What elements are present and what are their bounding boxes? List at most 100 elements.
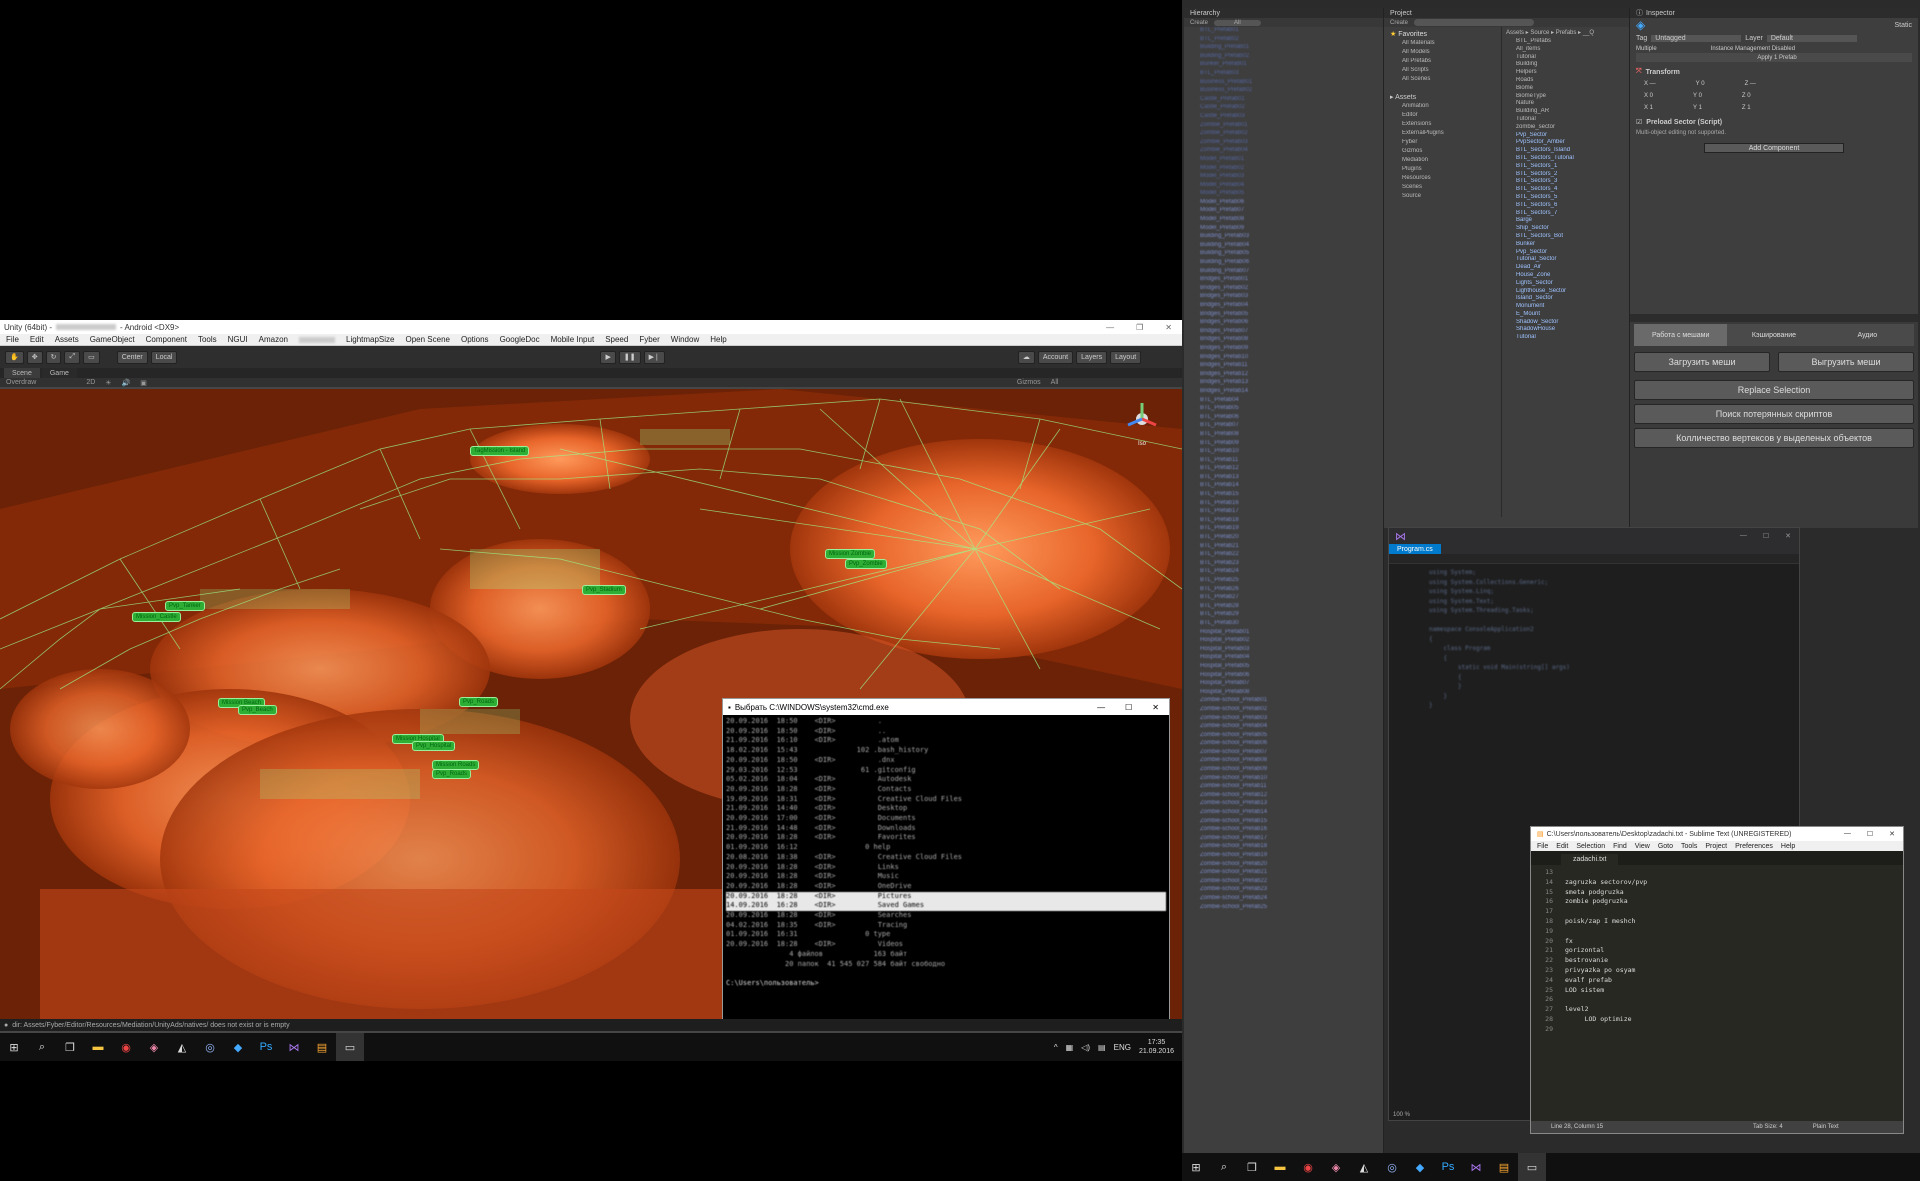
transform-header[interactable]: ⤧ Transform (1630, 66, 1918, 78)
hierarchy-item[interactable]: BTL_Prefab02 (1184, 36, 1383, 45)
hierarchy-item[interactable]: BTL_Prefab29 (1184, 611, 1383, 620)
rect-tool-icon[interactable]: ▭ (83, 350, 100, 364)
hierarchy-item[interactable]: Bridges_Prefab13 (1184, 379, 1383, 388)
project-file[interactable]: Pvp_Sector (1502, 132, 1629, 140)
hierarchy-item[interactable]: Bridges_Prefab08 (1184, 336, 1383, 345)
unity-status-bar[interactable]: ● dir: Assets/Fyber/Editor/Resources/Med… (0, 1019, 1182, 1031)
hierarchy-item[interactable]: Hospital_Prefab06 (1184, 672, 1383, 681)
menu-item[interactable]: Help (710, 335, 726, 344)
project-file[interactable]: Building (1502, 61, 1629, 69)
hierarchy-item[interactable]: Hospital_Prefab05 (1184, 663, 1383, 672)
hierarchy-item[interactable]: BTL_Prefab12 (1184, 465, 1383, 474)
close-icon[interactable]: ✕ (1165, 323, 1172, 332)
favorite-item[interactable]: All Scripts (1384, 67, 1501, 76)
project-file[interactable]: PvpSector_Amber (1502, 139, 1629, 147)
project-file[interactable]: BTL_Sectors_7 (1502, 210, 1629, 218)
hierarchy-item[interactable]: BTL_Prefab03 (1184, 70, 1383, 79)
folder-item[interactable]: Source (1384, 193, 1501, 202)
project-file[interactable]: BTL_Sectors_3 (1502, 178, 1629, 186)
hierarchy-item[interactable]: Zombie-school_Prefab15 (1184, 818, 1383, 827)
folder-item[interactable]: Fyber (1384, 139, 1501, 148)
minimize-icon[interactable]: — (1106, 323, 1114, 332)
hierarchy-item[interactable]: Zombie-school_Prefab24 (1184, 895, 1383, 904)
map-label[interactable]: Pvp_Hospital (412, 741, 456, 751)
hierarchy-item[interactable]: Model_Prefab09 (1184, 225, 1383, 234)
tab-size[interactable]: Tab Size: 4 (1753, 1124, 1783, 1130)
sublime-menu-item[interactable]: Selection (1576, 843, 1605, 850)
project-file[interactable]: Lights_Sector (1502, 280, 1629, 288)
hierarchy-item[interactable]: Zombie-school_Prefab12 (1184, 792, 1383, 801)
tray-chevron-icon[interactable]: ^ (1054, 1043, 1058, 1052)
hierarchy-item[interactable]: Hospital_Prefab01 (1184, 629, 1383, 638)
hierarchy-item[interactable]: Zombie-school_Prefab08 (1184, 757, 1383, 766)
hierarchy-item[interactable]: Bridges_Prefab07 (1184, 328, 1383, 337)
hierarchy-item[interactable]: Zombie-school_Prefab05 (1184, 732, 1383, 741)
project-file[interactable]: Tutorial (1502, 54, 1629, 62)
assets-heading[interactable]: ▸ Assets (1384, 93, 1501, 103)
mesh-tab[interactable]: Работа с мешами (1634, 324, 1728, 346)
hierarchy-item[interactable]: Zombie-school_Prefab17 (1184, 835, 1383, 844)
project-file[interactable]: House_Zone (1502, 272, 1629, 280)
hierarchy-item[interactable]: Zombie-school_Prefab02 (1184, 706, 1383, 715)
vs-tab-program[interactable]: Program.cs (1389, 544, 1441, 554)
position-x[interactable]: X — (1644, 81, 1656, 87)
hierarchy-item[interactable]: BTL_Prefab26 (1184, 586, 1383, 595)
hierarchy-item[interactable]: Zombie_Prefab02 (1184, 130, 1383, 139)
hierarchy-item[interactable]: BTL_Prefab05 (1184, 405, 1383, 414)
account-dropdown[interactable]: Account (1037, 350, 1074, 364)
menu-item[interactable]: Options (461, 335, 489, 344)
photoshop-icon[interactable]: Ps (1434, 1153, 1462, 1181)
hierarchy-item[interactable]: Zombie-school_Prefab19 (1184, 852, 1383, 861)
pivot-local-button[interactable]: Local (150, 350, 178, 364)
project-file[interactable]: BiomeType (1502, 93, 1629, 101)
sublime-menu-item[interactable]: Help (1781, 843, 1795, 850)
hierarchy-item[interactable]: Building_Prefab03 (1184, 233, 1383, 242)
project-file[interactable]: BTL_Sectors_4 (1502, 186, 1629, 194)
hierarchy-item[interactable]: BTL_Prefab22 (1184, 551, 1383, 560)
hierarchy-item[interactable]: Castle_Prefab03 (1184, 113, 1383, 122)
hierarchy-item[interactable]: Zombie-school_Prefab22 (1184, 878, 1383, 887)
minimize-icon[interactable]: — (1844, 830, 1851, 838)
minimize-icon[interactable]: — (1740, 532, 1747, 540)
layers-dropdown[interactable]: Layers (1076, 350, 1108, 364)
hierarchy-item[interactable]: Zombie_Prefab01 (1184, 122, 1383, 131)
menu-item[interactable]: Fyber (639, 335, 659, 344)
hierarchy-item[interactable]: Zombie-school_Prefab18 (1184, 843, 1383, 852)
project-file[interactable]: Helpers (1502, 69, 1629, 77)
hierarchy-item[interactable]: BTL_Prefab13 (1184, 474, 1383, 483)
file-explorer-icon[interactable]: ▬ (1266, 1153, 1294, 1181)
hierarchy-item[interactable]: BTL_Prefab01 (1184, 27, 1383, 36)
app-icon[interactable]: ◈ (1322, 1153, 1350, 1181)
cmd-taskbar-icon[interactable]: ▭ (336, 1033, 364, 1061)
menu-item[interactable]: LightmapSize (346, 335, 394, 344)
menu-item[interactable]: Assets (55, 335, 79, 344)
project-file[interactable]: BTL_Sectors_Bot (1502, 233, 1629, 241)
hierarchy-item[interactable]: Building_Prefab01 (1184, 44, 1383, 53)
network-app-icon[interactable]: ◎ (196, 1033, 224, 1061)
hierarchy-item[interactable]: BTL_Prefab30 (1184, 620, 1383, 629)
map-label[interactable]: Mission_Castle (132, 612, 181, 622)
hierarchy-item[interactable]: Building_Prefab07 (1184, 268, 1383, 277)
maximize-icon[interactable]: ☐ (1125, 703, 1132, 712)
pause-icon[interactable]: ❚❚ (618, 350, 641, 364)
hierarchy-item[interactable]: BTL_Prefab11 (1184, 457, 1383, 466)
project-file[interactable]: BTL_Sectors_6 (1502, 202, 1629, 210)
mesh-tab[interactable]: Кэширование (1727, 324, 1820, 346)
chrome-icon[interactable]: ◉ (112, 1033, 140, 1061)
project-file[interactable]: Monument (1502, 303, 1629, 311)
hierarchy-item[interactable]: Bridges_Prefab02 (1184, 285, 1383, 294)
cmd-window[interactable]: ▪ Выбрать C:\WINDOWS\system32\cmd.exe — … (722, 698, 1170, 1020)
menu-item[interactable] (299, 336, 336, 343)
sourcetree-icon[interactable]: ◆ (1406, 1153, 1434, 1181)
hierarchy-item[interactable]: Model_Prefab05 (1184, 190, 1383, 199)
menu-item[interactable]: Component (146, 335, 187, 344)
sourcetree-icon[interactable]: ◆ (224, 1033, 252, 1061)
hierarchy-item[interactable]: Bridges_Prefab01 (1184, 276, 1383, 285)
folder-item[interactable]: Resources (1384, 175, 1501, 184)
project-breadcrumb[interactable]: Assets ▸ Source ▸ Prefabs ▸ __Q (1502, 29, 1629, 38)
sublime-menu-item[interactable]: Edit (1556, 843, 1568, 850)
project-create-button[interactable]: Create (1390, 20, 1408, 26)
hierarchy-item[interactable]: BTL_Prefab06 (1184, 414, 1383, 423)
project-file[interactable]: E_Mount (1502, 311, 1629, 319)
hierarchy-item[interactable]: Zombie_Prefab03 (1184, 139, 1383, 148)
